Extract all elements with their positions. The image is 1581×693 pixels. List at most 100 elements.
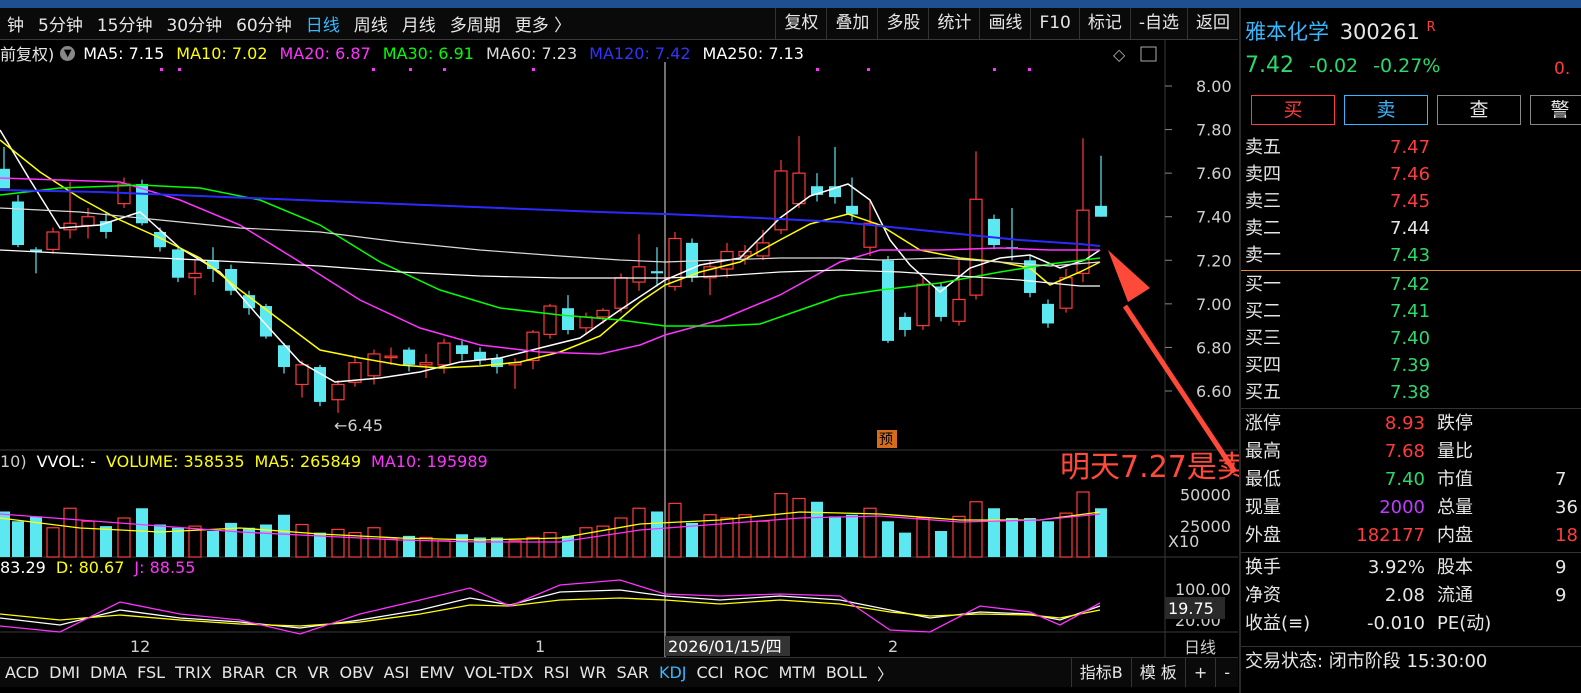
volume-bar [491,537,503,557]
indicator-tab-14[interactable]: SAR [611,663,654,682]
candle-body [562,308,574,330]
volume-legend-item: MA10: 195989 [371,452,488,471]
indicator-tab-11[interactable]: VOL-TDX [459,663,538,682]
period-tab-5[interactable]: 日线 [299,11,347,36]
price-tick-label: 7.60 [1196,164,1232,183]
quote-panel: 雅本化学 300261 R 7.42 -0.02 -0.27% 0. 买 卖 查… [1239,8,1581,693]
window-top-strip [0,0,1581,8]
tool-button-1[interactable]: 叠加 [826,8,877,39]
stat2-label-right: 股本 [1437,557,1473,578]
buy-button[interactable]: 买 [1251,95,1335,125]
chart-tools: 复权 叠加 多股 统计 画线 F10 标记 -自选 返回 [775,8,1238,39]
stat-label-right: 市值 [1437,469,1473,490]
indicator-tab-19[interactable]: BOLL [821,663,872,682]
candle-body [651,271,663,274]
indicator-tab-5[interactable]: BRAR [217,663,271,682]
book-divider [1241,270,1581,271]
stock-flag: R [1426,20,1436,35]
volume-bar [916,517,930,558]
period-tab-6[interactable]: 周线 [347,11,395,36]
candle-body [543,305,557,335]
tool-button-5[interactable]: F10 [1030,8,1078,39]
volume-bar [367,527,381,558]
signal-dot [993,68,996,71]
volume-bar [829,516,841,557]
stats-divider [1241,408,1581,409]
indicator-right-tools: 指标B 模 板 + - [1070,658,1238,687]
volume-bar [278,514,290,557]
indicator-tool-0[interactable]: 指标B [1070,658,1131,687]
diamond-icon[interactable]: ◇ [1113,45,1126,64]
tool-button-3[interactable]: 统计 [928,8,979,39]
bid-price: 7.40 [1390,328,1431,349]
alert-button[interactable]: 警 [1530,95,1581,125]
indicator-bar: ACD DMI DMA FSL TRIX BRAR CR VR OBV ASI EMV VOL-TDX… [0,657,1238,687]
period-tab-1[interactable]: 5分钟 [31,11,90,36]
ask-row: 卖五 7.47 [1245,134,1575,161]
price-tick-label: 7.40 [1196,208,1232,227]
period-tab-8[interactable]: 多周期 [443,11,508,36]
signal-dot [178,68,181,71]
stat-value: 7.68 [1384,441,1425,462]
indicator-tab-1[interactable]: DMI [44,663,85,682]
stat2-row: 换手 3.92% 股本 9 [1245,554,1575,581]
volume-bar [81,520,95,558]
indicator-tab-2[interactable]: DMA [85,663,132,682]
period-tab-7[interactable]: 月线 [395,11,443,36]
ask-label: 卖四 [1245,164,1281,185]
price-tick-label: 6.60 [1196,382,1232,401]
indicator-tab-0[interactable]: ACD [0,663,44,682]
sell-button[interactable]: 卖 [1344,95,1428,125]
volume-bar [562,535,574,557]
volume-bar [1042,521,1054,557]
indicator-tab-3[interactable]: FSL [132,663,170,682]
indicator-tab-4[interactable]: TRIX [170,663,217,682]
period-tab-4[interactable]: 60分钟 [229,11,299,36]
indicator-tab-7[interactable]: VR [302,663,334,682]
volume-bar [295,523,309,558]
signal-dot [372,68,375,71]
annotation-arrow-head [1108,250,1150,302]
indicator-tab-10[interactable]: EMV [414,663,459,682]
volume-bar [668,502,682,558]
indicator-tab-12[interactable]: RSI [539,663,575,682]
indicator-tab-13[interactable]: WR [575,663,612,682]
panel-toggle-icon[interactable] [1140,46,1157,62]
price-tick-label: 7.80 [1196,121,1232,140]
tool-button-4[interactable]: 画线 [979,8,1030,39]
tool-button-0[interactable]: 复权 [775,8,826,39]
indicator-tab-18[interactable]: MTM [773,663,820,682]
forecast-badge-label: 预 [879,432,893,448]
tool-button-7[interactable]: -自选 [1129,8,1187,39]
tool-button-2[interactable]: 多股 [877,8,928,39]
date-tick-label: 2 [888,637,898,656]
period-tab-0[interactable]: 钟 [0,11,31,36]
indicator-tab-9[interactable]: ASI [379,663,415,682]
kdj-d-line [0,597,1101,627]
period-tab-9[interactable]: 更多 〉 [508,11,578,36]
tool-button-6[interactable]: 标记 [1078,8,1130,39]
stat-row: 涨停 8.93 跌停 [1245,410,1575,437]
period-tab-3[interactable]: 30分钟 [159,11,229,36]
indicator-tab-15[interactable]: KDJ [654,663,692,682]
candle-body [491,358,503,368]
indicator-tab-17[interactable]: ROC [729,663,774,682]
indicator-tab-20[interactable]: 〉 [872,661,898,685]
indicator-tool-1[interactable]: 模 板 [1130,658,1185,687]
indicator-tab-16[interactable]: CCI [691,663,728,682]
tool-button-8[interactable]: 返回 [1187,8,1238,39]
indicator-tool-2[interactable]: + [1184,658,1215,687]
indicator-tab-8[interactable]: OBV [335,663,379,682]
stat-value: 2000 [1379,497,1425,518]
indicator-tool-3[interactable]: - [1215,658,1238,687]
query-button[interactable]: 查 [1437,95,1521,125]
candle-body [419,362,433,366]
candle-body [1059,277,1073,309]
stat-label: 现量 [1245,497,1281,518]
indicator-tab-6[interactable]: CR [270,663,302,682]
candle-body [952,298,966,322]
period-tab-2[interactable]: 15分钟 [90,11,160,36]
candle-body [863,222,877,248]
volume-bar [136,508,148,557]
signal-dot [532,68,535,71]
